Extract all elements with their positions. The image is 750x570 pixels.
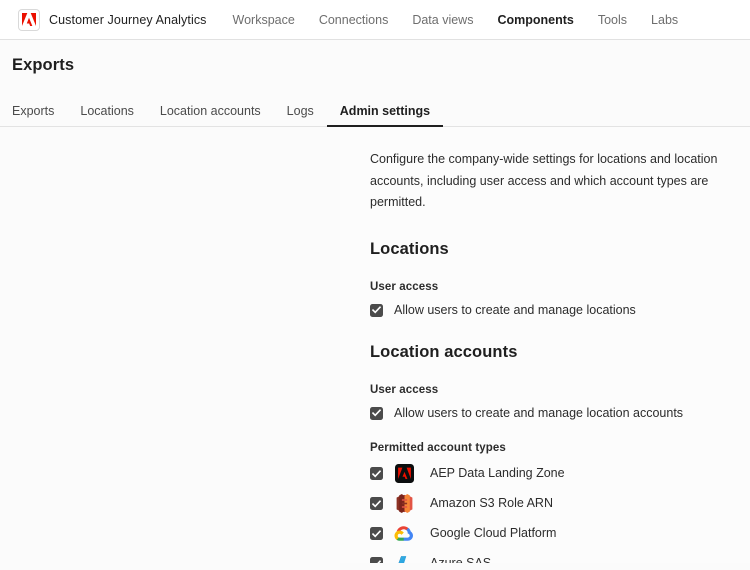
account-type-label: Azure SAS (430, 557, 491, 563)
content-area: Configure the company-wide settings for … (0, 127, 750, 563)
permitted-account-types-label: Permitted account types (370, 441, 506, 454)
top-nav-item-tools[interactable]: Tools (598, 0, 627, 40)
section-heading-locations: Locations (370, 239, 449, 258)
tab-location-accounts[interactable]: Location accounts (147, 104, 274, 127)
app-header: Customer Journey Analytics Workspace Con… (0, 0, 750, 40)
account-type-row-aep-data-landing-zone[interactable]: AEP Data Landing Zone (370, 464, 730, 484)
page-title-bar: Exports (0, 40, 750, 75)
google-cloud-icon (394, 524, 414, 544)
top-nav-item-data-views[interactable]: Data views (412, 0, 473, 40)
top-nav-item-labs[interactable]: Labs (651, 0, 678, 40)
location-accounts-user-access-label: User access (370, 383, 439, 396)
checkbox-checked-icon[interactable] (370, 303, 383, 317)
checkbox-checked-icon[interactable] (370, 527, 383, 540)
tab-admin-settings[interactable]: Admin settings (326, 104, 444, 127)
section-heading-location-accounts: Location accounts (370, 342, 518, 361)
account-type-label: AEP Data Landing Zone (430, 466, 565, 481)
checkbox-checked-icon[interactable] (370, 557, 383, 563)
top-nav: Workspace Connections Data views Compone… (233, 0, 679, 40)
adobe-logo-icon (18, 8, 40, 31)
account-type-row-amazon-s3-role-arn[interactable]: Amazon S3 Role ARN (370, 494, 730, 514)
locations-user-access-label-text: Allow users to create and manage locatio… (394, 302, 636, 317)
location-accounts-user-access-checkbox-row[interactable]: Allow users to create and manage locatio… (370, 405, 730, 420)
brand-name: Customer Journey Analytics (49, 12, 207, 27)
intro-text: Configure the company-wide settings for … (370, 152, 718, 209)
admin-settings-panel: Configure the company-wide settings for … (340, 127, 750, 563)
location-accounts-user-access-label-text: Allow users to create and manage locatio… (394, 405, 684, 420)
top-nav-item-connections[interactable]: Connections (319, 0, 389, 40)
account-type-row-azure-sas[interactable]: Azure SAS (370, 554, 730, 563)
top-nav-item-workspace[interactable]: Workspace (233, 0, 295, 40)
top-nav-item-components[interactable]: Components (497, 0, 573, 40)
checkbox-checked-icon[interactable] (370, 406, 383, 420)
subtab-bar: Exports Locations Location accounts Logs… (0, 93, 750, 127)
azure-icon (394, 554, 414, 563)
checkbox-checked-icon[interactable] (370, 497, 383, 510)
checkbox-checked-icon[interactable] (370, 467, 383, 480)
account-type-label: Amazon S3 Role ARN (430, 496, 553, 511)
tab-logs[interactable]: Logs (274, 104, 327, 127)
amazon-s3-icon (394, 494, 414, 514)
account-type-label: Google Cloud Platform (430, 526, 557, 541)
account-type-row-google-cloud-platform[interactable]: Google Cloud Platform (370, 524, 730, 544)
page-title: Exports (12, 56, 75, 74)
locations-user-access-label: User access (370, 280, 439, 293)
adobe-experience-platform-icon (394, 464, 414, 484)
brand[interactable]: Customer Journey Analytics (18, 8, 207, 31)
tab-locations[interactable]: Locations (67, 104, 147, 127)
content-left-spacer (0, 127, 340, 563)
locations-user-access-checkbox-row[interactable]: Allow users to create and manage locatio… (370, 302, 730, 317)
tab-exports[interactable]: Exports (12, 104, 67, 127)
